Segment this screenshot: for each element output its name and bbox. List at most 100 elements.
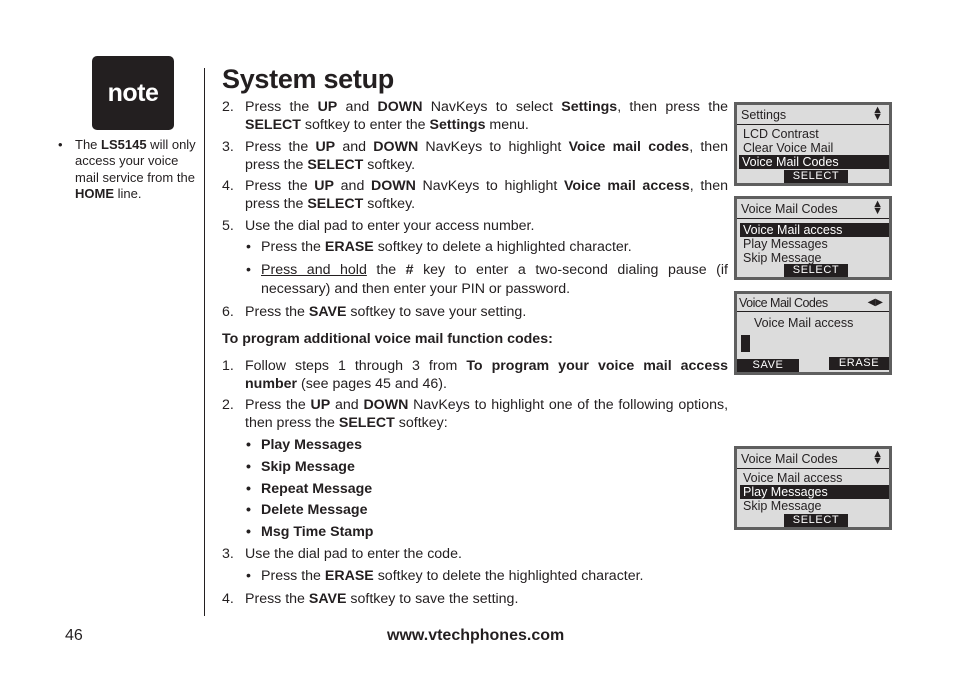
option-label: Delete Message (261, 502, 368, 519)
note-text: • The LS5145 will only access your voice… (58, 137, 198, 202)
up-down-arrows-icon: ▲ ▼ (872, 449, 883, 467)
key: UP (310, 397, 331, 414)
key: DOWN (377, 99, 423, 115)
option-item: • Skip Message (222, 458, 728, 476)
bullet: • (58, 137, 63, 152)
website-url: www.vtechphones.com (387, 627, 565, 644)
bullet: • (246, 502, 251, 519)
text: NavKeys to highlight (418, 138, 569, 155)
option-label: Skip Message (261, 458, 355, 475)
bullet: • (246, 458, 251, 475)
lcd-screen-voice-mail-access: Voice Mail Codes ◀▶ Voice Mail access SAV… (734, 291, 892, 375)
page-title: System setup (222, 64, 394, 94)
text: softkey to enter the (300, 117, 430, 134)
step-5-bullet-2: • Press and hold the # key to enter a two… (222, 261, 728, 298)
bullet: • (246, 524, 251, 541)
key: DOWN (363, 397, 409, 414)
key: ERASE (324, 567, 374, 584)
key: # (405, 262, 414, 279)
key: UP (315, 138, 336, 155)
key: Voice mail codes (568, 138, 690, 155)
text: and (334, 178, 371, 195)
option-item: • Play Messages (222, 436, 728, 454)
field-label: Voice Mail access (754, 316, 854, 330)
text: and (335, 138, 374, 155)
lcd-screen-settings: Settings ▲ ▼ LCD Contrast Clear Voice Mail… (734, 102, 892, 186)
text: softkey. (363, 156, 416, 173)
option-item: • Repeat Message (222, 480, 728, 498)
key: SELECT (338, 415, 395, 432)
note-label: note (107, 78, 159, 107)
step-3: 3. Use the dial pad to enter the code. (222, 545, 728, 563)
text: softkey to save the setting. (346, 590, 519, 607)
select-softkey: SELECT (784, 264, 848, 277)
erase-softkey: ERASE (829, 357, 889, 370)
step-5: 5. Use the dial pad to enter your access … (222, 217, 728, 235)
bullet: • (246, 567, 251, 584)
option-item: • Delete Message (222, 501, 728, 519)
menu-item: Voice Mail access (743, 471, 843, 485)
text: softkey to delete a highlighted characte… (373, 239, 632, 256)
up-down-arrows-icon: ▲ ▼ (872, 105, 883, 123)
text: (see pages 45 and 46). (297, 375, 447, 392)
text: The (75, 137, 102, 152)
step-number: 4. (222, 590, 234, 607)
text: the (366, 262, 406, 279)
text: Press the (245, 178, 315, 195)
select-softkey: SELECT (784, 514, 848, 527)
key: SELECT (307, 156, 364, 173)
option-item: • Msg Time Stamp (222, 523, 728, 541)
screen-header: Voice Mail Codes (741, 452, 838, 466)
key: DOWN (370, 178, 416, 195)
screen-header: Voice Mail Codes (741, 202, 838, 216)
key: DOWN (373, 138, 419, 155)
menu-item: Skip Message (743, 251, 822, 265)
step-number: 4. (222, 178, 234, 195)
page-number: 46 (65, 627, 83, 644)
option-label: Msg Time Stamp (261, 524, 374, 541)
bullet: • (246, 262, 251, 279)
bullet: • (246, 239, 251, 256)
text: Press the (245, 303, 309, 320)
step-2: 2. Press the UP and DOWN NavKeys to highl… (222, 396, 728, 433)
option-label: Play Messages (261, 436, 362, 453)
key: SELECT (307, 196, 364, 213)
bullet: • (246, 436, 251, 453)
text: and (330, 397, 364, 414)
key: SAVE (308, 303, 347, 320)
text: Use the dial pad to enter your access nu… (245, 217, 535, 234)
right-arrow-icon: ▶ (875, 297, 883, 308)
step-number: 2. (222, 397, 234, 414)
step-4: 4. Press the SAVE softkey to save the set… (222, 590, 728, 608)
text: Follow steps 1 through 3 from (245, 357, 467, 374)
text: NavKeys to highlight (415, 178, 564, 195)
menu-item-selected: Play Messages (740, 485, 889, 499)
text: Press the (261, 567, 325, 584)
text: and (337, 99, 378, 115)
screen-header: Voice Mail Codes (739, 296, 828, 310)
text: Press the (245, 397, 311, 414)
text: menu. (485, 117, 529, 134)
menu-item: Skip Message (743, 499, 822, 513)
key: SAVE (308, 590, 347, 607)
text: line. (114, 185, 142, 201)
lcd-screen-play-messages: Voice Mail Codes ▲ ▼ Voice Mail access Pla… (734, 446, 892, 530)
key: Settings (561, 99, 618, 115)
text: softkey to save your setting. (346, 303, 527, 320)
key: Voice mail access (563, 178, 690, 195)
step-6: 6. Press the SAVE softkey to save your se… (222, 303, 728, 321)
key: ERASE (324, 239, 374, 256)
bullet: • (246, 480, 251, 497)
model-name: LS5145 (101, 137, 147, 152)
step-3-bullet: • Press the ERASE softkey to delete the h… (222, 567, 728, 585)
column-divider (204, 68, 205, 616)
select-softkey: SELECT (784, 170, 848, 183)
key: SELECT (245, 117, 301, 134)
instructions: 2. Press the UP and DOWN NavKeys to selec… (222, 98, 728, 611)
key: UP (314, 178, 335, 195)
text: Press the (245, 99, 318, 115)
section-heading: To program additional voice mail functio… (222, 331, 553, 348)
step-3: 3. Press the UP and DOWN NavKeys to highl… (222, 138, 728, 175)
menu-item: Clear Voice Mail (743, 141, 834, 155)
step-number: 3. (222, 138, 234, 155)
